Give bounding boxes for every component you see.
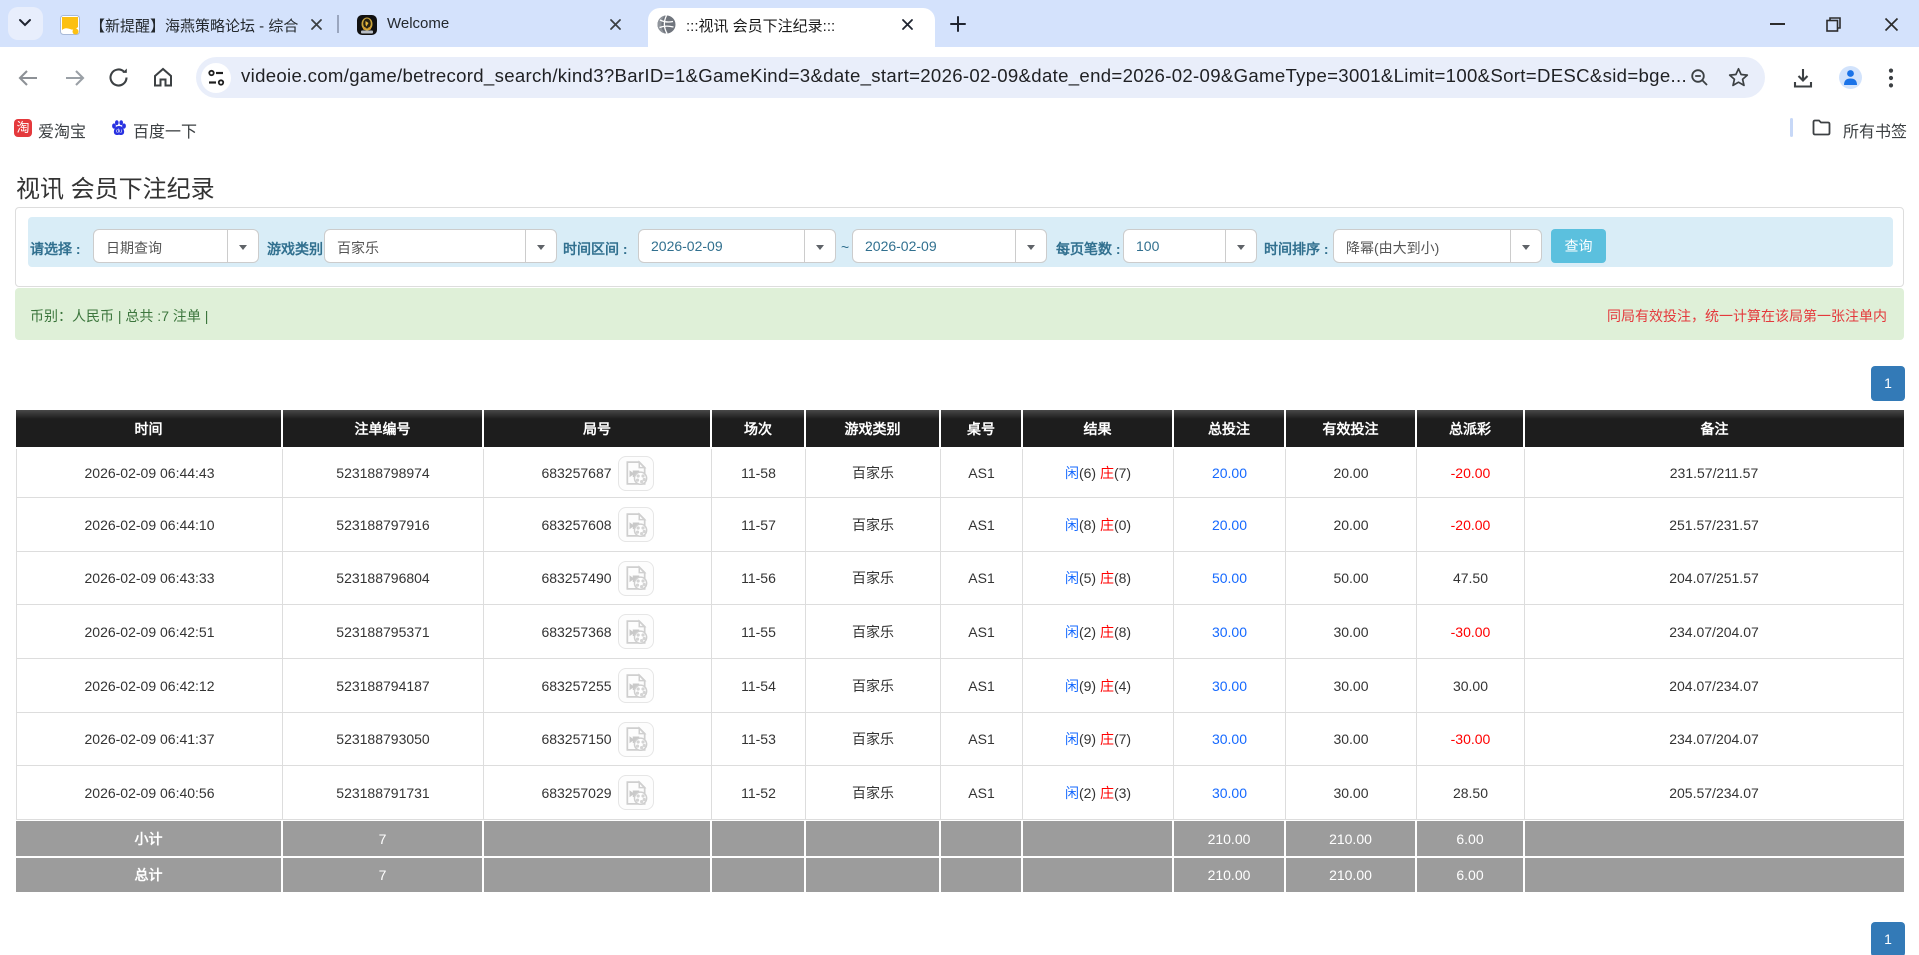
svg-text:du: du: [116, 128, 122, 134]
